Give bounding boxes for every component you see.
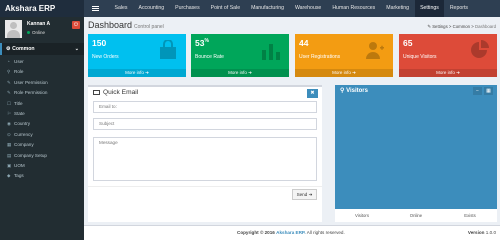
envelope-icon — [93, 89, 100, 95]
sidebar-item-tags[interactable]: ◆ Tags — [0, 171, 84, 181]
sidebar: Kannan A Online ⏻ ⚙ Common ⌄ ◔ User ⚲ Role… — [0, 17, 84, 240]
sidebar-item-user-permission[interactable]: ✎ User Permission — [0, 78, 84, 88]
currency-icon: ⊙ — [7, 131, 11, 137]
quick-email-header: Quick Email — [88, 87, 322, 98]
stat-label: Unique Visitors — [403, 54, 437, 60]
page-subtitle: Control panel — [134, 24, 164, 30]
nav-warehouse[interactable]: Warehouse — [289, 0, 326, 17]
stat-value: 44 — [299, 38, 309, 48]
sidebar-menu: ◔ User ⚲ Role ✎ User Permission ✎ Role Permi… — [0, 57, 84, 182]
user-panel: Kannan A Online ⏻ — [0, 17, 84, 41]
calendar-icon[interactable]: ▦ — [484, 87, 493, 95]
state-icon: ⚐ — [7, 110, 12, 116]
message-field[interactable]: Message — [93, 137, 317, 181]
stat-box-unique-visitors: 65 Unique Visitors More info ➜ — [399, 34, 497, 77]
stat-label: Bounce Rate — [195, 54, 224, 60]
stat-value: 53% — [195, 38, 209, 48]
close-icon[interactable]: ✖ — [307, 89, 318, 98]
hamburger-icon — [91, 8, 99, 9]
divider — [88, 186, 322, 187]
tags-icon: ◆ — [7, 173, 11, 179]
stat-box-user-registrations: 44 User Registrations More info ➜ — [295, 34, 393, 77]
send-button[interactable]: Send ➜ — [292, 189, 317, 200]
breadcrumb-common[interactable]: Common — [453, 24, 470, 29]
uom-icon: ▣ — [7, 162, 12, 168]
user-add-icon — [366, 42, 384, 59]
top-menu: Sales Accounting Purchases Point of Sale… — [109, 0, 473, 17]
email-to-field[interactable]: Email to: — [93, 101, 317, 113]
company-icon: ▦ — [7, 142, 12, 148]
breadcrumb-settings[interactable]: Settings — [432, 24, 448, 29]
main-content: Dashboard Control panel ✎ Settings > Comm… — [84, 17, 500, 240]
visitors-panel: ⚲ Visitors − ▦ Visitors Online Exists — [335, 85, 497, 222]
sidebar-item-company-setup[interactable]: ▤ Company Setup — [0, 151, 84, 161]
top-navbar: Sales Accounting Purchases Point of Sale… — [84, 0, 500, 17]
title-icon: ☐ — [7, 100, 12, 106]
user-status: Online — [27, 30, 45, 35]
visitors-label: Visitors — [354, 213, 369, 218]
app-logo[interactable]: Akshara ERP — [0, 0, 84, 17]
country-icon: ◉ — [7, 121, 12, 127]
subject-field[interactable]: Subject — [93, 118, 317, 130]
shopping-bag-icon — [160, 40, 176, 59]
more-info-link[interactable]: More info ➜ — [295, 69, 393, 77]
stat-label: New Orders — [92, 54, 119, 60]
sidebar-item-currency[interactable]: ⊙ Currency — [0, 130, 84, 140]
sidebar-item-country[interactable]: ◉ Country — [0, 119, 84, 129]
role-icon: ⚲ — [7, 69, 11, 75]
nav-reports[interactable]: Reports — [444, 0, 473, 17]
permission-icon: ✎ — [7, 79, 11, 85]
nav-human-resources[interactable]: Human Resources — [327, 0, 381, 17]
more-info-link[interactable]: More info ➜ — [191, 69, 289, 77]
breadcrumb-dashboard: Dashboard — [474, 24, 496, 29]
exists-label: Exists — [464, 213, 476, 218]
breadcrumb: ✎ Settings > Common > Dashboard — [427, 24, 496, 29]
nav-purchases[interactable]: Purchases — [170, 0, 206, 17]
nav-sales[interactable]: Sales — [109, 0, 133, 17]
stat-value: 65 — [403, 38, 413, 48]
user-icon: ◔ — [7, 59, 10, 64]
stat-value: 150 — [92, 38, 107, 48]
nav-accounting[interactable]: Accounting — [133, 0, 170, 17]
quick-email-panel: Quick Email ✖ Email to: Subject Message … — [88, 85, 322, 222]
more-info-link[interactable]: More info ➜ — [88, 69, 186, 77]
online-label: Online — [409, 213, 423, 218]
visitors-footer: Visitors Online Exists — [335, 209, 497, 222]
sidebar-item-state[interactable]: ⚐ State — [0, 109, 84, 119]
logout-icon[interactable]: ⏻ — [72, 21, 80, 29]
map-marker-icon: ⚲ — [340, 88, 345, 94]
stat-box-new-orders: 150 New Orders More info ➜ — [88, 34, 186, 77]
stat-label: User Registrations — [299, 54, 341, 60]
user-name: Kannan A — [27, 21, 51, 27]
stat-box-bounce-rate: 53% Bounce Rate More info ➜ — [191, 34, 289, 77]
sidebar-item-user[interactable]: ◔ User — [0, 57, 84, 67]
gear-icon: ⚙ — [6, 46, 11, 52]
bar-chart-icon — [262, 44, 280, 60]
page-title: Dashboard Control panel — [88, 20, 164, 30]
more-info-link[interactable]: More info ➜ — [399, 69, 497, 77]
company-link[interactable]: Akshara ERP. — [276, 230, 306, 235]
online-dot-icon — [27, 31, 30, 35]
sidebar-item-role-permission[interactable]: ✎ Role Permission — [0, 88, 84, 98]
avatar — [5, 20, 22, 38]
nav-settings[interactable]: Settings — [414, 0, 445, 17]
permission-icon: ✎ — [7, 90, 11, 96]
sidebar-toggle[interactable] — [84, 0, 106, 17]
chevron-down-icon: ⌄ — [74, 46, 79, 52]
sidebar-section-common[interactable]: ⚙ Common ⌄ — [0, 43, 84, 55]
nav-point-of-sale[interactable]: Point of Sale — [205, 0, 245, 17]
sidebar-item-company[interactable]: ▦ Company — [0, 140, 84, 150]
setup-icon: ▤ — [7, 152, 12, 158]
settings-icon: ✎ — [427, 24, 431, 29]
nav-manufacturing[interactable]: Manufacturing — [246, 0, 290, 17]
sidebar-item-title[interactable]: ☐ Title — [0, 99, 84, 109]
sidebar-item-uom[interactable]: ▣ UOM — [0, 161, 84, 171]
pie-chart-icon — [471, 40, 489, 58]
sidebar-item-role[interactable]: ⚲ Role — [0, 67, 84, 77]
nav-marketing[interactable]: Marketing — [381, 0, 415, 17]
copyright: Copyright © 2016 Akshara ERP. All rights… — [237, 230, 345, 235]
page-footer: Copyright © 2016 Akshara ERP. All rights… — [84, 225, 500, 240]
minimize-icon[interactable]: − — [473, 87, 482, 95]
version: Version 1.0.0 — [467, 230, 496, 235]
